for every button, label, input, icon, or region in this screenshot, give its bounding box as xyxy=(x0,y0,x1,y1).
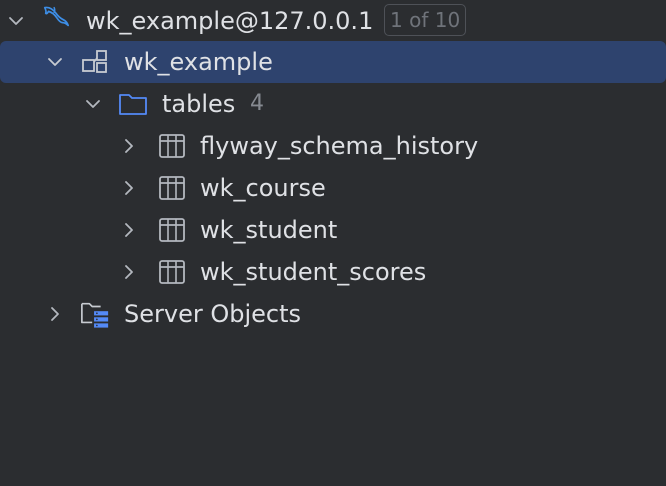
table-label: wk_student xyxy=(200,216,338,244)
chevron-right-icon[interactable] xyxy=(115,216,143,244)
tree-row-table[interactable]: flyway_schema_history xyxy=(0,125,666,167)
folder-icon xyxy=(118,89,148,119)
table-label: flyway_schema_history xyxy=(200,132,479,160)
schema-icon xyxy=(80,47,110,77)
chevron-down-icon[interactable] xyxy=(79,90,107,118)
table-icon xyxy=(157,215,187,245)
tree-row-table[interactable]: wk_course xyxy=(0,167,666,209)
schema-label: wk_example xyxy=(124,48,273,76)
database-tree: wk_example@127.0.0.1 1 of 10 wk_example … xyxy=(0,0,666,486)
tree-row-connection[interactable]: wk_example@127.0.0.1 1 of 10 xyxy=(0,0,666,42)
tree-row-server-objects[interactable]: Server Objects xyxy=(0,293,666,335)
tree-row-tables-folder[interactable]: tables 4 xyxy=(0,83,666,125)
table-icon xyxy=(157,131,187,161)
chevron-right-icon[interactable] xyxy=(115,258,143,286)
mysql-dolphin-icon xyxy=(41,2,71,32)
connection-label: wk_example@127.0.0.1 xyxy=(86,7,374,35)
tables-folder-label: tables xyxy=(162,90,236,118)
chevron-right-icon[interactable] xyxy=(41,300,69,328)
tree-row-table[interactable]: wk_student xyxy=(0,209,666,251)
chevron-down-icon[interactable] xyxy=(2,7,30,35)
table-label: wk_student_scores xyxy=(200,258,427,286)
table-icon xyxy=(157,173,187,203)
tree-row-schema[interactable]: wk_example xyxy=(0,41,666,83)
session-badge: 1 of 10 xyxy=(384,4,467,36)
server-folder-icon xyxy=(80,299,110,329)
chevron-right-icon[interactable] xyxy=(115,132,143,160)
table-icon xyxy=(157,257,187,287)
chevron-right-icon[interactable] xyxy=(115,174,143,202)
tree-row-table[interactable]: wk_student_scores xyxy=(0,251,666,293)
tables-count: 4 xyxy=(250,91,264,116)
server-objects-label: Server Objects xyxy=(124,300,301,328)
chevron-down-icon[interactable] xyxy=(41,48,69,76)
table-label: wk_course xyxy=(200,174,326,202)
